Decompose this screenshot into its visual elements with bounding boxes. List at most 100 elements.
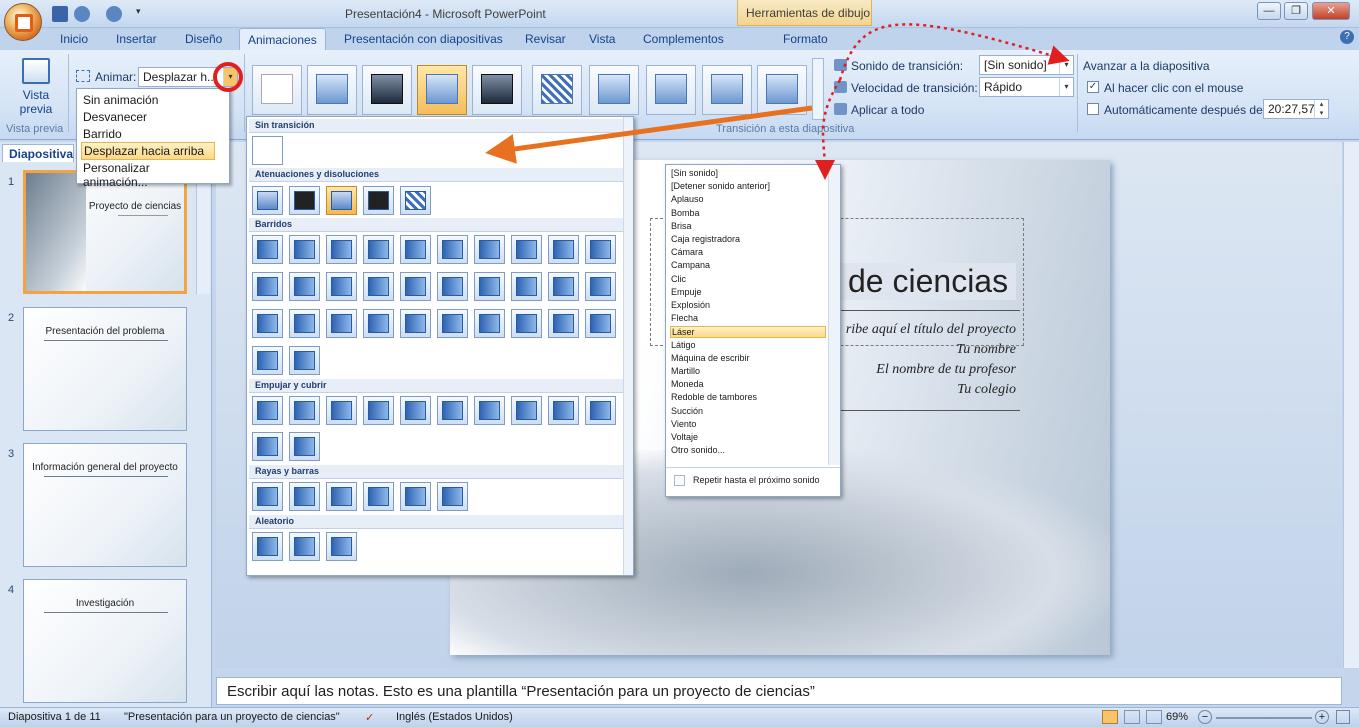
repeat-sound-option[interactable]: Repetir hasta el próximo sonido (693, 475, 820, 485)
transition-option[interactable] (252, 482, 283, 511)
gallery-scrollbar[interactable] (623, 117, 633, 575)
transition-option[interactable] (548, 309, 579, 338)
redo-icon[interactable] (106, 6, 122, 22)
transition-option[interactable] (289, 186, 320, 215)
close-button[interactable]: ✕ (1312, 2, 1350, 20)
transition-option[interactable] (400, 482, 431, 511)
sound-option[interactable]: Campana (670, 260, 826, 270)
apply-all-button[interactable]: Aplicar a todo (851, 103, 924, 117)
canvas-scrollbar[interactable] (1343, 142, 1359, 668)
sound-option[interactable]: Látigo (670, 340, 826, 350)
slide-thumbnail-3[interactable]: Información general del proyecto (23, 443, 187, 567)
sound-option[interactable]: Máquina de escribir (670, 353, 826, 363)
sound-scrollbar[interactable] (828, 165, 840, 465)
transition-option[interactable] (474, 396, 505, 425)
transition-option[interactable] (289, 482, 320, 511)
spinner-arrows-icon[interactable]: ▴ ▾ (1314, 100, 1328, 118)
transition-option[interactable] (326, 309, 357, 338)
transition-option[interactable] (548, 396, 579, 425)
transition-option[interactable] (326, 482, 357, 511)
repeat-checkbox[interactable] (674, 475, 685, 486)
transition-option[interactable] (548, 235, 579, 264)
slide-thumbnail-4[interactable]: Investigación (23, 579, 187, 703)
chevron-down-icon[interactable]: ▾ (1059, 56, 1073, 74)
transition-option[interactable] (437, 396, 468, 425)
transition-option[interactable] (585, 396, 616, 425)
transition-dissolve[interactable] (532, 65, 582, 115)
tab-complementos[interactable]: Complementos (643, 32, 724, 46)
transition-option[interactable] (252, 235, 283, 264)
sound-option[interactable]: Voltaje (670, 432, 826, 442)
transition-option[interactable] (474, 235, 505, 264)
sound-combo[interactable]: [Sin sonido] ▾ (979, 55, 1074, 75)
normal-view-icon[interactable] (1102, 710, 1118, 724)
tab-revisar[interactable]: Revisar (525, 32, 566, 46)
transition-option[interactable] (474, 309, 505, 338)
transition-option[interactable] (326, 235, 357, 264)
transition-wipe-left[interactable] (646, 65, 696, 115)
transition-option[interactable] (326, 396, 357, 425)
sound-option-selected[interactable]: Láser (670, 326, 826, 339)
sound-option[interactable]: Cámara (670, 247, 826, 257)
notes-pane[interactable]: Escribir aquí las notas. Esto es una pla… (216, 677, 1342, 705)
transition-option[interactable] (363, 186, 394, 215)
transition-option[interactable] (289, 346, 320, 375)
tab-inicio[interactable]: Inicio (60, 32, 88, 46)
transition-option[interactable] (363, 272, 394, 301)
tab-diapositivas[interactable]: Diapositiva (2, 144, 74, 162)
tab-vista[interactable]: Vista (589, 32, 615, 46)
transition-option[interactable] (363, 235, 394, 264)
transition-option[interactable] (437, 272, 468, 301)
transition-cut-black[interactable] (472, 65, 522, 115)
save-icon[interactable] (52, 6, 68, 22)
undo-icon[interactable] (74, 6, 90, 22)
transition-option[interactable] (585, 272, 616, 301)
help-icon[interactable]: ? (1340, 30, 1354, 44)
zoom-level[interactable]: 69% (1166, 711, 1188, 723)
transition-option[interactable] (400, 272, 431, 301)
transition-option[interactable] (252, 396, 283, 425)
minimize-button[interactable]: — (1257, 2, 1281, 20)
on-click-checkbox[interactable]: ✓ (1087, 81, 1099, 93)
transition-option[interactable] (289, 396, 320, 425)
sound-option[interactable]: Redoble de tambores (670, 392, 826, 402)
zoom-slider[interactable] (1216, 717, 1312, 719)
transition-option[interactable] (252, 532, 283, 561)
transition-option[interactable] (511, 396, 542, 425)
sound-option[interactable]: Empuje (670, 287, 826, 297)
transition-none[interactable] (252, 136, 283, 165)
sorter-view-icon[interactable] (1124, 710, 1140, 724)
sound-option[interactable]: Succión (670, 406, 826, 416)
sound-option[interactable]: Caja registradora (670, 234, 826, 244)
transition-wipe-up[interactable] (757, 65, 807, 115)
transition-option[interactable] (289, 235, 320, 264)
slideshow-view-icon[interactable] (1146, 710, 1162, 724)
transition-option[interactable] (511, 235, 542, 264)
zoom-in-icon[interactable]: + (1315, 710, 1329, 724)
sound-option[interactable]: [Detener sonido anterior] (670, 181, 826, 191)
transition-option[interactable] (437, 482, 468, 511)
chevron-down-icon[interactable]: ▾ (223, 68, 237, 86)
customize-qat-icon[interactable]: ▾ (136, 6, 146, 22)
transition-option[interactable] (252, 432, 283, 461)
tab-insertar[interactable]: Insertar (116, 32, 157, 46)
status-language[interactable]: Inglés (Estados Unidos) (396, 711, 513, 723)
transition-option[interactable] (252, 186, 283, 215)
transition-option[interactable] (511, 309, 542, 338)
office-button[interactable] (4, 3, 42, 41)
transition-option[interactable] (437, 309, 468, 338)
sound-option[interactable]: Otro sonido... (670, 445, 826, 455)
transition-option[interactable] (289, 432, 320, 461)
tab-formato[interactable]: Formato (783, 32, 828, 46)
gallery-scroll[interactable] (812, 58, 824, 120)
sound-option[interactable]: Bomba (670, 208, 826, 218)
speed-combo[interactable]: Rápido ▾ (979, 77, 1074, 97)
sound-option[interactable]: Flecha (670, 313, 826, 323)
transition-option[interactable] (363, 482, 394, 511)
sound-option[interactable]: Explosión (670, 300, 826, 310)
transition-option[interactable] (400, 309, 431, 338)
transition-option[interactable] (289, 272, 320, 301)
sound-option[interactable]: Moneda (670, 379, 826, 389)
transition-option[interactable] (326, 532, 357, 561)
transition-option[interactable] (511, 272, 542, 301)
